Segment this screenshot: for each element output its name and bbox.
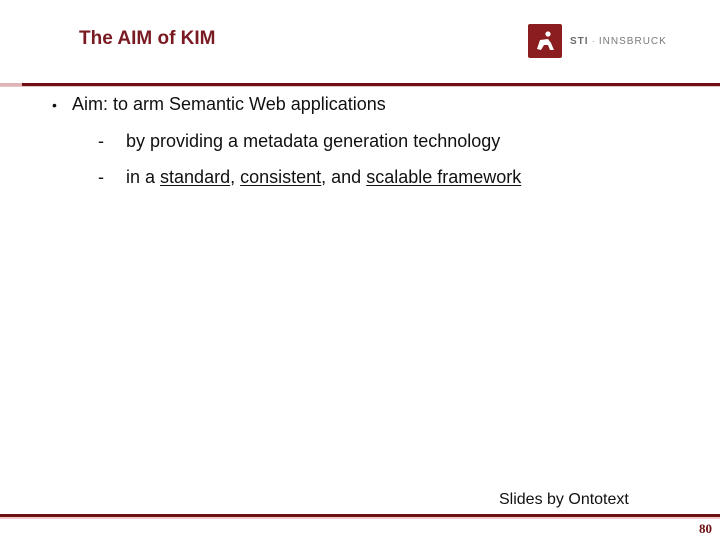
header-divider-shadow <box>0 86 720 87</box>
sub-item-text: in a standard, consistent, and scalable … <box>126 167 521 188</box>
footer-divider-shadow <box>0 517 720 519</box>
bullet-item: • Aim: to arm Semantic Web applications <box>52 94 386 115</box>
sub-item-text: by providing a metadata generation techn… <box>126 131 501 151</box>
sub-item: - in a standard, consistent, and scalabl… <box>98 167 521 188</box>
sub-item-marker: - <box>98 131 104 151</box>
sub-item: - by providing a metadata generation tec… <box>98 131 500 152</box>
logo-brand-rest: INNSBRUCK <box>598 35 667 47</box>
underlined-term-standard: standard <box>160 167 231 187</box>
slide-title: The AIM of KIM <box>79 28 216 49</box>
slide-credit: Slides by Ontotext <box>499 491 629 508</box>
bullet-text: Aim: to arm Semantic Web applications <box>72 94 386 114</box>
text-segment: , <box>230 167 241 187</box>
sti-innsbruck-logo: STI · INNSBRUCK <box>528 24 667 58</box>
logo-wordmark: STI · INNSBRUCK <box>570 36 667 47</box>
bullet-marker: • <box>52 97 57 113</box>
underlined-term-scalable-framework: scalable framework <box>366 167 522 187</box>
sub-item-marker: - <box>98 167 104 187</box>
underlined-term-consistent: consistent <box>240 167 322 187</box>
page-number: 80 <box>699 521 712 536</box>
logo-brand-bold: STI <box>570 35 589 47</box>
logo-separator: · <box>591 35 596 47</box>
text-segment: , and <box>321 167 367 187</box>
text-segment: in a <box>126 167 161 187</box>
sti-runner-icon <box>528 24 562 58</box>
